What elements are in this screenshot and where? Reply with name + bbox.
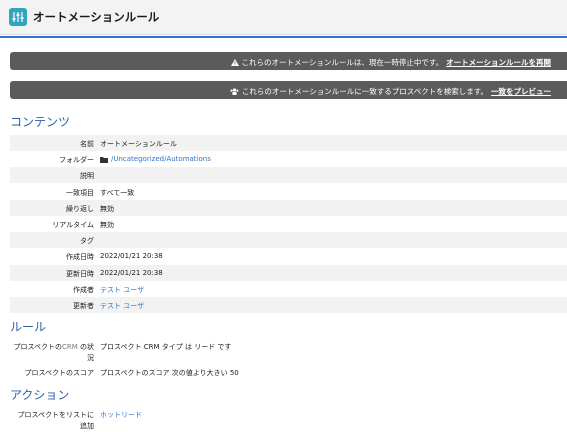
field-value-text: すべて一致 [100, 188, 135, 197]
paused-banner-text: これらのオートメーションルールは、現在一時停止中です。 [241, 58, 444, 67]
preview-matches-link[interactable]: 一致をプレビュー [491, 86, 551, 97]
rules-section-title: ルール [10, 320, 47, 334]
field-value: /Uncategorized/Automations [100, 155, 211, 163]
field-value-text: オートメーションルール [100, 140, 177, 148]
field-value-text: 無効 [100, 221, 114, 229]
field-value-text: 無効 [100, 204, 114, 213]
field-value-text: 2022/01/21 20:38 [100, 252, 163, 261]
field-label: 更新日時 [66, 269, 94, 278]
field-label: 繰り返し [66, 204, 94, 213]
field-value-link[interactable]: テスト ユーザ [100, 301, 144, 311]
field-label: 名前 [80, 140, 94, 148]
rule-value: プロスペクトのスコア 次の値より大きい 50 [100, 369, 239, 377]
field-label: 更新者 [73, 302, 94, 310]
action-list-link[interactable]: ホットリード [100, 410, 142, 421]
content-field-row: フォルダー/Uncategorized/Automations [10, 151, 567, 167]
rule-value: プロスペクト CRM タイプ は リード です [100, 343, 232, 351]
rule-label: プロスペクトのCRM の状 況 [13, 343, 94, 362]
field-value-text: 2022/01/21 20:38 [100, 268, 163, 277]
field-value-link[interactable]: /Uncategorized/Automations [111, 155, 211, 163]
field-label: フォルダー [59, 156, 94, 165]
paused-banner: これらのオートメーションルールは、現在一時停止中です。 オートメーションルールを… [10, 52, 567, 70]
content-field-row: 更新日時 2022/01/21 20:38 [10, 264, 567, 281]
actions-section-title: アクション [10, 388, 70, 402]
field-label: 一致項目 [66, 188, 94, 197]
content-field-row: 更新者 テスト ユーザ [10, 297, 567, 313]
field-label: 作成者 [73, 285, 94, 294]
field-value-link[interactable]: テスト ユーザ [100, 285, 144, 295]
sliders-icon [9, 8, 27, 26]
field-label: リアルタイム [52, 221, 94, 229]
field-value: オートメーションルール [100, 139, 177, 149]
preview-banner: これらのオートメーションルールに一致するプロスペクトを検索します。 一致をプレビ… [10, 81, 567, 99]
field-value: 無効 [100, 204, 114, 214]
content-field-row: 作成日時 2022/01/21 20:38 [10, 248, 567, 264]
field-value: テスト ユーザ [100, 285, 144, 295]
content-field-row: 名前 オートメーションルール [10, 135, 567, 151]
field-label: 作成日時 [66, 253, 94, 262]
preview-banner-text: これらのオートメーションルールに一致するプロスペクトを検索します。 [241, 87, 488, 96]
field-label: タグ [80, 237, 94, 246]
content-section-title: コンテンツ [10, 115, 71, 129]
page-header: オートメーションルール [0, 0, 567, 35]
field-value: 2022/01/21 20:38 [100, 269, 163, 277]
content-field-row: リアルタイム 無効 [10, 216, 567, 232]
field-value: 無効 [100, 220, 114, 230]
page-title: オートメーションルール [33, 10, 160, 24]
content-field-row: 説明 [10, 167, 567, 184]
content-field-row: 作成者 テスト ユーザ [10, 281, 567, 297]
field-value: 2022/01/21 20:38 [100, 252, 163, 260]
action-label: プロスペクトをリストに 追加 [17, 411, 94, 430]
content-field-row: 一致項目 すべて一致 [10, 184, 567, 200]
warning-icon [230, 59, 239, 66]
users-icon [230, 88, 239, 95]
field-value: テスト ユーザ [100, 301, 144, 311]
field-label: 説明 [80, 172, 94, 181]
header-divider [0, 36, 567, 38]
rule-label: プロスペクトのスコア [24, 369, 94, 377]
resume-rules-link[interactable]: オートメーションルールを再開 [446, 57, 551, 68]
content-field-row: 繰り返し 無効 [10, 199, 567, 216]
content-field-row: タグ [10, 232, 567, 249]
field-value: すべて一致 [100, 188, 134, 198]
folder-icon [100, 156, 108, 163]
